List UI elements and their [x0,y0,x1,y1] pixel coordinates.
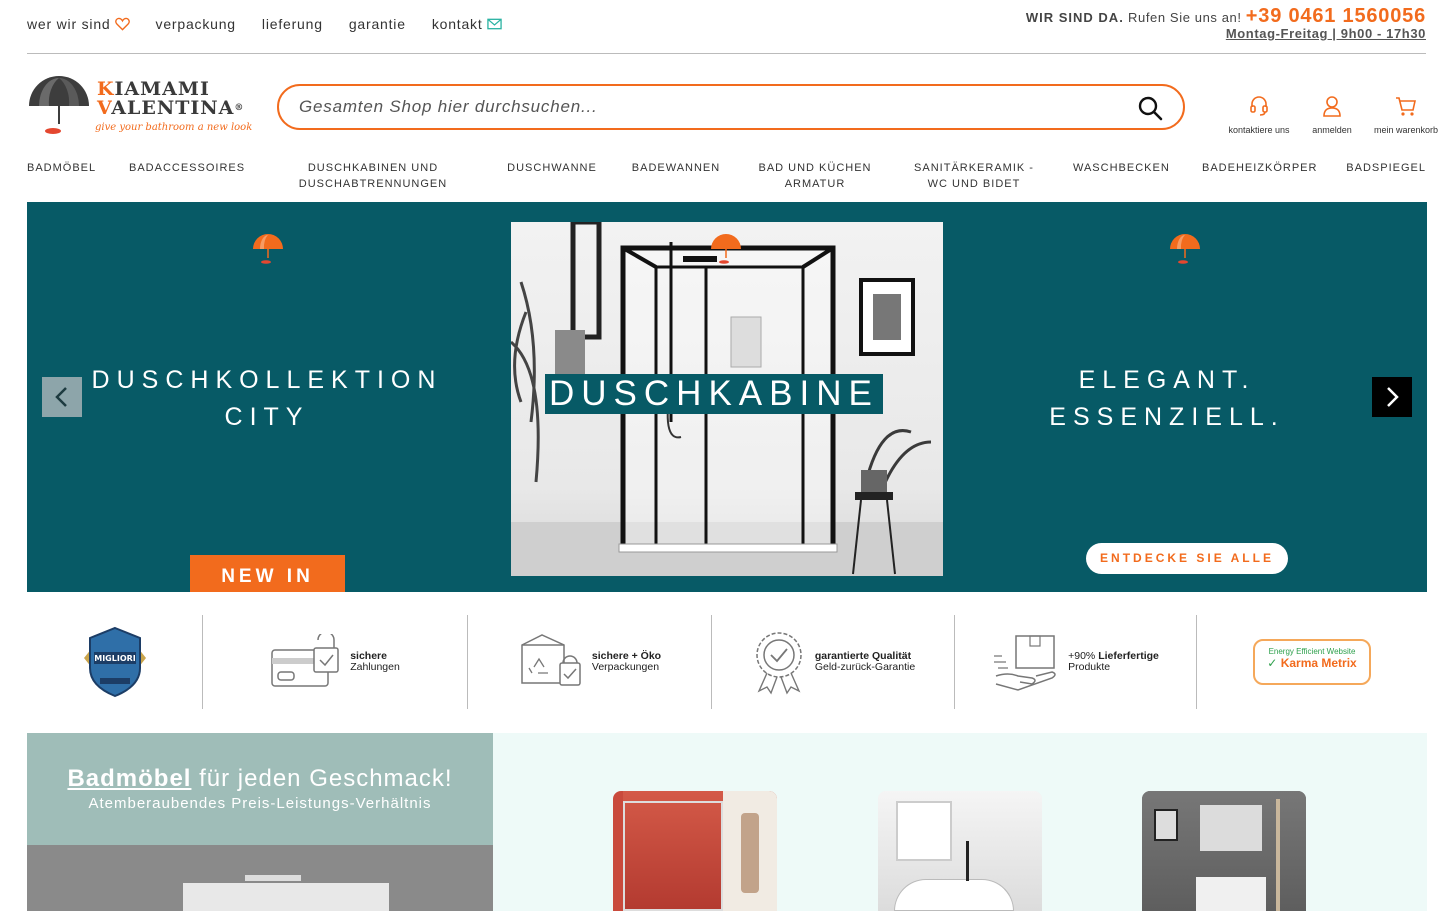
feature-ready-products: +90% Lieferfertige Produkte [955,615,1197,709]
hero-right-title: ELEGANT. ESSENZIELL. [1007,362,1327,436]
feature-eco-packaging: sichere + Öko Verpackungen [468,615,712,709]
cart-button[interactable]: mein warenkorb [1366,95,1446,135]
search-bar [277,84,1185,130]
category-badewannen[interactable]: BADEWANNEN [631,160,721,194]
promo-furniture[interactable]: Badmöbel für jeden Geschmack! Atemberaub… [27,733,493,911]
search-input[interactable] [299,94,1119,120]
logo-registered: ® [234,103,245,113]
login-button[interactable]: anmelden [1292,95,1372,135]
trust-features: MIGLIORI sichere Zahlungen sichere + Öko V… [27,615,1427,709]
quality-rosette-icon [756,632,802,695]
hero-center-title: DUSCHKABINE [545,374,883,414]
product-card-vanity[interactable] [1142,791,1306,911]
logo-initial-v: V [97,97,112,119]
category-nav: BADMÖBEL BADACCESSOIRES DUSCHKABINEN UND… [27,160,1426,194]
link-contact[interactable]: kontakt [432,16,502,32]
promo-headline: Badmöbel für jeden Geschmack! [27,765,493,793]
top-links: wer wir sind verpackung lieferung garant… [27,16,502,32]
eco-box-icon [521,634,581,686]
link-about-label: wer wir sind [27,16,111,32]
hero-banner[interactable]: DUSCHKOLLEKTION CITY DUSCHKABINE ELEGANT… [27,202,1427,592]
contact-us-label: kontaktiere uns [1228,125,1290,135]
category-badeheizkoerper[interactable]: BADEHEIZKÖRPER [1202,160,1316,194]
slider-prev-button[interactable] [42,377,82,417]
contact-call: Rufen Sie uns an! [1128,10,1242,25]
logo-umbrella-icon [29,76,89,134]
category-sanitaerkeramik[interactable]: SANITÄRKERAMIK - WC UND BIDET [909,160,1039,194]
umbrella-logo-icon [253,234,283,264]
feature-quality-rest: Geld-zurück-Garantie [814,661,916,673]
link-contact-label: kontakt [431,16,483,32]
user-icon [1323,96,1341,117]
feature-secure-payment: sichere Zahlungen [203,615,468,709]
hero-left-title: DUSCHKOLLEKTION CITY [67,362,467,436]
site-logo[interactable]: KIAMAMI VALENTINA® give your bathroom a … [27,72,252,142]
logo-tagline: give your bathroom a new look [95,122,253,133]
feature-quality-guarantee: garantierte Qualität Geld-zurück-Garantie [712,615,955,709]
promo-headline-rest: für jeden Geschmack! [199,765,453,792]
featured-section: Badmöbel für jeden Geschmack! Atemberaub… [27,733,1427,911]
category-badmoebel[interactable]: BADMÖBEL [27,160,95,194]
heart-icon [114,17,130,31]
phone-number[interactable]: +39 0461 1560056 [1246,5,1426,27]
category-armatur[interactable]: BAD UND KÜCHEN ARMATUR [755,160,875,194]
link-about[interactable]: wer wir sind [27,16,130,32]
category-badspiegel[interactable]: BADSPIEGEL [1346,160,1426,194]
contact-label: WIR SIND DA. [1025,10,1124,25]
category-badaccessoires[interactable]: BADACCESSOIRES [129,160,244,194]
logo-line2: ALENTINA [111,97,235,119]
promo-image [27,845,493,911]
hero-product-image: DUSCHKABINE [511,222,943,576]
category-duschwanne[interactable]: DUSCHWANNE [507,160,597,194]
login-label: anmelden [1312,125,1352,135]
feature-eco-rest: Verpackungen [591,661,660,673]
link-warranty[interactable]: garantie [349,16,406,32]
chevron-right-icon [1387,387,1399,407]
top-bar: wer wir sind verpackung lieferung garant… [27,0,1426,54]
karma-metrix-badge[interactable]: Energy Efficient Website ✓ Karma Metrix [1197,615,1427,709]
award-badge: MIGLIORI [27,615,203,709]
cart-label: mein warenkorb [1373,125,1439,135]
link-delivery[interactable]: lieferung [262,16,323,32]
discover-all-button[interactable]: ENTDECKE SIE ALLE [1086,543,1288,574]
search-icon[interactable] [1137,95,1163,121]
chevron-left-icon [55,387,67,407]
category-waschbecken[interactable]: WASCHBECKEN [1073,160,1169,194]
feature-ready-rest: Produkte [1068,661,1111,673]
feature-secure-rest: Zahlungen [350,661,400,673]
link-packaging[interactable]: verpackung [156,16,236,32]
cart-icon [1396,97,1416,116]
award-shield-icon: MIGLIORI [83,626,146,698]
contact-us-button[interactable]: kontaktiere uns [1219,95,1299,135]
hero-left-line1: DUSCHKOLLEKTION [91,366,443,394]
karma-name: Karma Metrix [1280,656,1357,670]
hero-right-line2: ESSENZIELL. [1049,403,1285,431]
credit-card-icon [271,634,339,687]
product-card-bathtub[interactable] [878,791,1042,911]
karma-top-text: Energy Efficient Website [1268,647,1356,656]
umbrella-logo-icon [1170,234,1200,264]
hero-right-line1: ELEGANT. [1078,366,1256,394]
new-in-badge: NEW IN [190,555,345,592]
svg-text:MIGLIORI: MIGLIORI [94,654,136,663]
check-icon: ✓ [1267,656,1278,670]
umbrella-logo-icon [711,234,741,264]
product-card-shower[interactable] [613,791,777,911]
promo-highlight-link[interactable]: Badmöbel [67,765,191,792]
opening-hours: Montag-Freitag | 9h00 - 17h30 [1225,26,1426,41]
promo-subtitle: Atemberaubendes Preis-Leistungs-Verhältn… [88,795,432,812]
delivery-box-icon [994,635,1056,691]
contact-info: WIR SIND DA. Rufen Sie uns an! +39 0461 … [1026,5,1426,41]
headset-icon [1250,96,1268,116]
mail-icon [486,18,502,30]
slider-next-button[interactable] [1372,377,1412,417]
category-duschkabinen[interactable]: DUSCHKABINEN UND DUSCHABTRENNUNGEN [273,160,473,194]
hero-left-line2: CITY [224,403,310,431]
